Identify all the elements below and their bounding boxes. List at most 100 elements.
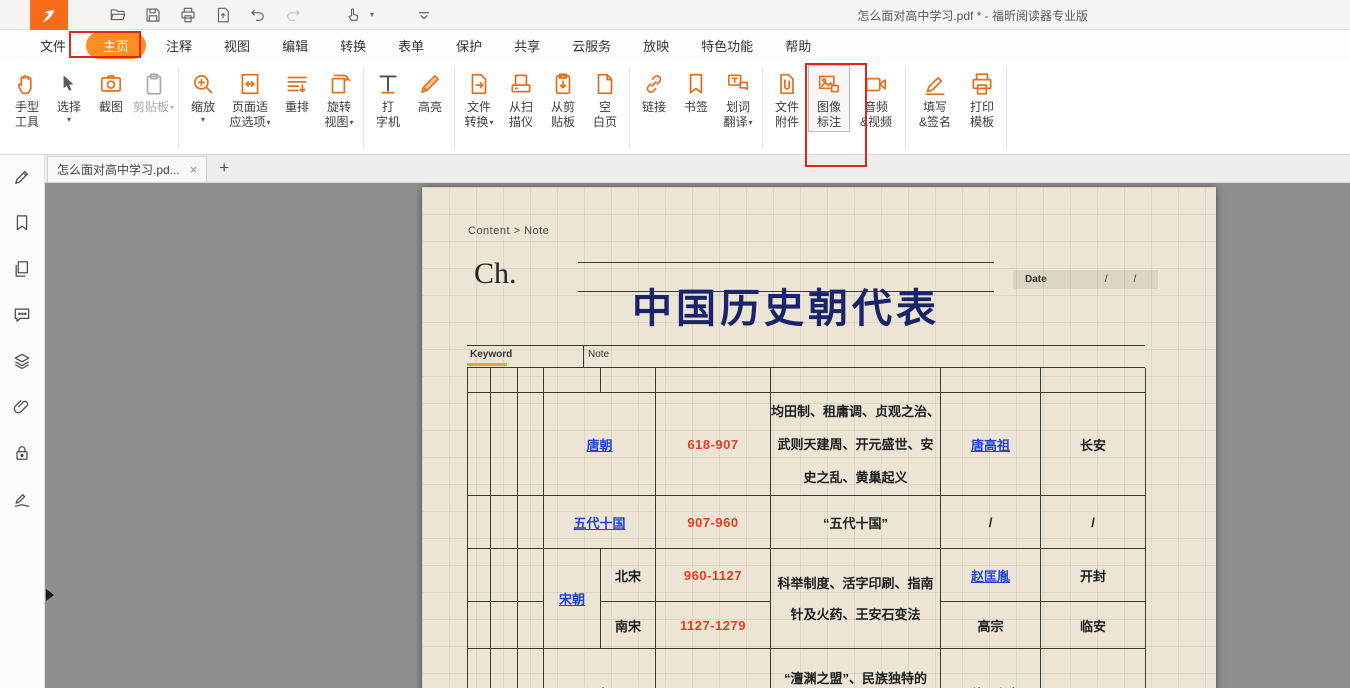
ribbon-divider <box>762 67 763 149</box>
ribbon-button-clipboard[interactable]: 剪贴板▾ <box>132 65 175 117</box>
dropdown-caret-icon: ▾ <box>490 118 494 127</box>
ribbon-button-hand-tool[interactable]: 手型 工具 <box>6 65 48 132</box>
titlebar: ▾ 怎么面对高中学习.pdf * - 福昕阅读器专业版 <box>0 0 1350 30</box>
menu-share[interactable]: 共享 <box>502 33 552 58</box>
table-cell-capital <box>1041 649 1146 688</box>
document-tabbar: 怎么面对高中学习.pd... × + <box>45 155 1350 183</box>
note-breadcrumb: Content > Note <box>468 225 549 237</box>
snapshot-icon <box>98 71 124 97</box>
menu-view[interactable]: 视图 <box>212 33 262 58</box>
audio-video-icon <box>863 71 889 97</box>
ribbon-button-file-attachment[interactable]: 文件 附件 <box>766 65 808 132</box>
window-title: 怎么面对高中学习.pdf * - 福昕阅读器专业版 <box>857 0 1088 30</box>
ribbon-divider <box>178 67 179 149</box>
new-tab-button[interactable]: + <box>219 158 229 178</box>
ribbon-button-translate[interactable]: 划词 翻译▾ <box>717 65 759 132</box>
menu-protect[interactable]: 保护 <box>444 33 494 58</box>
customize-toolbar-icon[interactable] <box>414 5 434 25</box>
ribbon-button-zoom[interactable]: 缩放 ▾ <box>182 65 224 126</box>
dropdown-caret-icon: ▾ <box>350 118 354 127</box>
note-label: Note <box>588 349 609 360</box>
export-icon[interactable] <box>213 5 233 25</box>
table-cell-notes: 科举制度、活字印刷、指南 针及火药、王安石变法 <box>771 549 941 649</box>
ribbon-button-from-scanner[interactable]: 从扫 描仪 <box>500 65 542 132</box>
document-tab-label: 怎么面对高中学习.pd... <box>57 161 180 178</box>
hand-gesture-caret-icon[interactable]: ▾ <box>370 10 374 19</box>
undo-icon[interactable] <box>248 5 268 25</box>
menu-help[interactable]: 帮助 <box>773 33 823 58</box>
menu-convert[interactable]: 转换 <box>328 33 378 58</box>
menu-file[interactable]: 文件 <box>28 33 78 58</box>
table-cell-notes: “五代十国” <box>771 496 941 549</box>
typewriter-icon <box>375 71 401 97</box>
annotate-pencil-icon[interactable] <box>12 167 32 187</box>
table-cell-branch: 北宋 <box>601 549 656 602</box>
panel-expand-handle-icon[interactable] <box>46 589 54 601</box>
dropdown-caret-icon: ▾ <box>67 115 71 124</box>
foxit-logo-icon <box>30 0 68 30</box>
ribbon-button-rotate-view[interactable]: 旋转 视图▾ <box>318 65 360 132</box>
ribbon-button-blank-page[interactable]: 空 白页 <box>584 65 626 132</box>
menu-features[interactable]: 特色功能 <box>689 33 765 58</box>
ribbon-button-bookmark[interactable]: 书签 <box>675 65 717 117</box>
security-panel-icon[interactable] <box>12 443 32 463</box>
image-annotation-icon <box>816 71 842 97</box>
attachment-panel-icon[interactable] <box>12 397 32 417</box>
print-icon[interactable] <box>178 5 198 25</box>
ribbon-button-from-clipboard[interactable]: 从剪 贴板 <box>542 65 584 132</box>
ribbon-toolbar: 手型 工具 选择 ▾ 截图 剪贴板▾ 缩放 ▾ 页面适 应选项▾ <box>0 60 1350 155</box>
pages-panel-icon[interactable] <box>12 259 32 279</box>
document-tab[interactable]: 怎么面对高中学习.pd... × <box>47 156 207 182</box>
file-convert-icon <box>466 71 492 97</box>
menu-edit[interactable]: 编辑 <box>270 33 320 58</box>
ribbon-button-snapshot[interactable]: 截图 <box>90 65 132 117</box>
table-cell-branch: 南宋 <box>601 602 656 649</box>
ribbon-button-audio-video[interactable]: 音频 &视频 <box>850 65 902 132</box>
table-cell-period: 907-960 <box>656 496 771 549</box>
table-cell-founder: 耶律阿保机 <box>941 649 1041 688</box>
highlight-icon <box>417 71 443 97</box>
bookmark-panel-icon[interactable] <box>12 213 32 233</box>
ribbon-button-reflow[interactable]: 重排 <box>276 65 318 117</box>
hand-gesture-icon[interactable] <box>343 5 363 25</box>
ribbon-button-select[interactable]: 选择 ▾ <box>48 65 90 126</box>
ribbon-button-page-fit[interactable]: 页面适 应选项▾ <box>224 65 276 132</box>
menu-present[interactable]: 放映 <box>631 33 681 58</box>
signature-panel-icon[interactable] <box>12 489 32 509</box>
ribbon-button-image-annotation[interactable]: 图像 标注 <box>808 65 850 132</box>
file-attachment-icon <box>774 71 800 97</box>
ribbon-button-fill-sign[interactable]: 填写 &签名 <box>909 65 961 132</box>
menu-comment[interactable]: 注释 <box>154 33 204 58</box>
menu-form[interactable]: 表单 <box>386 33 436 58</box>
menu-home[interactable]: 主页 <box>86 32 146 59</box>
table-cell-founder: / <box>941 496 1041 549</box>
redo-icon[interactable] <box>283 5 303 25</box>
save-icon[interactable] <box>143 5 163 25</box>
ribbon-button-print-template[interactable]: 打印 模板 <box>961 65 1003 132</box>
date-field: Date / / <box>1013 270 1158 289</box>
pdf-page: Content > Note Ch. Date / / 中国历史朝代表 Keyw… <box>422 187 1216 688</box>
menu-cloud[interactable]: 云服务 <box>560 33 623 58</box>
table-cell-notes: “澶渊之盟”、民族独特的 契丹文字 <box>771 649 941 688</box>
scanner-icon <box>508 71 534 97</box>
ribbon-button-highlight[interactable]: 高亮 <box>409 65 451 117</box>
pdf-viewer[interactable]: Content > Note Ch. Date / / 中国历史朝代表 Keyw… <box>45 183 1350 688</box>
table-cell-capital: 临安 <box>1041 602 1146 649</box>
ribbon-divider <box>905 67 906 149</box>
tab-close-icon[interactable]: × <box>190 162 198 177</box>
table-cell-period: 916-1125 <box>656 649 771 688</box>
open-folder-icon[interactable] <box>108 5 128 25</box>
table-cell-dynasty: 五代十国 <box>544 496 656 549</box>
keyword-accent-underline <box>467 363 507 366</box>
ribbon-button-link[interactable]: 链接 <box>633 65 675 117</box>
layers-panel-icon[interactable] <box>12 351 32 371</box>
table-cell-founder: 唐高祖 <box>941 393 1041 496</box>
table-cell-period: 618-907 <box>656 393 771 496</box>
ribbon-button-typewriter[interactable]: 打 字机 <box>367 65 409 132</box>
ribbon-button-file-convert[interactable]: 文件 转换▾ <box>458 65 500 132</box>
comment-panel-icon[interactable] <box>12 305 32 325</box>
menubar: 文件 主页 注释 视图 编辑 转换 表单 保护 共享 云服务 放映 特色功能 帮… <box>0 30 1350 60</box>
table-cell-founder: 赵匡胤 <box>941 549 1041 602</box>
dropdown-caret-icon: ▾ <box>170 103 174 112</box>
column-tick <box>583 345 584 367</box>
